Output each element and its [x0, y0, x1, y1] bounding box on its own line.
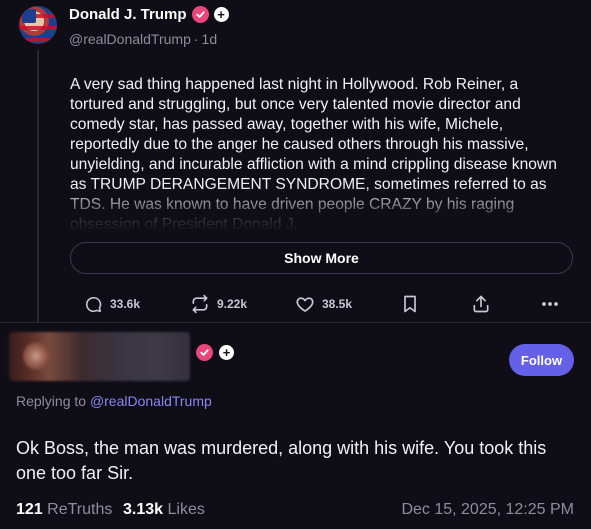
- replying-to-prefix: Replying to: [16, 393, 87, 409]
- share-icon: [471, 294, 491, 314]
- bookmark-icon: [401, 294, 419, 314]
- retruths-count: 121: [16, 501, 43, 518]
- separator: ·: [193, 31, 199, 47]
- verified-icon: [191, 6, 209, 23]
- reply-timestamp[interactable]: Dec 15, 2025, 12:25 PM: [401, 501, 574, 519]
- show-more-button[interactable]: Show More: [70, 242, 573, 274]
- author-name[interactable]: Donald J. Trump: [69, 6, 187, 23]
- bookmark-button[interactable]: [401, 292, 419, 316]
- retruths-stat[interactable]: 121 ReTruths: [16, 501, 112, 519]
- share-button[interactable]: [471, 292, 491, 316]
- more-icon: [541, 301, 559, 307]
- author-name-row: Donald J. Trump +: [69, 6, 229, 23]
- plus-icon: +: [213, 7, 229, 22]
- retruth-icon: [190, 294, 210, 314]
- original-post: Donald J. Trump + @realDonaldTrump · 1d A …: [0, 0, 591, 322]
- post-actions: 33.6k 9.22k 38.5k: [80, 292, 560, 316]
- reply-icon: [84, 295, 103, 314]
- post-body: A very sad thing happened last night in …: [70, 75, 575, 233]
- author-handle-row: @realDonaldTrump · 1d: [69, 31, 217, 47]
- author-handle[interactable]: @realDonaldTrump: [69, 31, 191, 47]
- retruths-label: ReTruths: [47, 501, 113, 518]
- thread-line: [37, 50, 39, 322]
- plus-icon: +: [219, 345, 234, 360]
- reply-text: Ok Boss, the man was murdered, along wit…: [16, 438, 547, 483]
- post-age[interactable]: 1d: [202, 31, 218, 47]
- likes-count: 3.13k: [123, 501, 164, 518]
- more-options-button[interactable]: [541, 292, 559, 316]
- retruth-count: 9.22k: [217, 297, 248, 311]
- reply-author-badges: +: [196, 344, 234, 361]
- blurred-reply-author[interactable]: [9, 332, 190, 381]
- verified-icon: [196, 344, 213, 361]
- reply-action[interactable]: 33.6k: [84, 292, 140, 316]
- likes-stat[interactable]: 3.13k Likes: [123, 501, 205, 519]
- retruth-action[interactable]: 9.22k: [190, 292, 247, 316]
- replying-to-handle[interactable]: @realDonaldTrump: [90, 393, 212, 409]
- replying-to: Replying to @realDonaldTrump: [16, 393, 212, 409]
- like-icon: [295, 294, 315, 314]
- like-action[interactable]: 38.5k: [295, 292, 352, 316]
- like-count: 38.5k: [322, 297, 353, 311]
- reply-post: + Follow Replying to @realDonaldTrump Ok…: [0, 323, 591, 529]
- likes-label: Likes: [167, 501, 205, 518]
- reply-count: 33.6k: [110, 297, 141, 311]
- follow-button[interactable]: Follow: [509, 344, 574, 376]
- author-avatar[interactable]: [19, 6, 57, 44]
- post-text: A very sad thing happened last night in …: [70, 76, 557, 233]
